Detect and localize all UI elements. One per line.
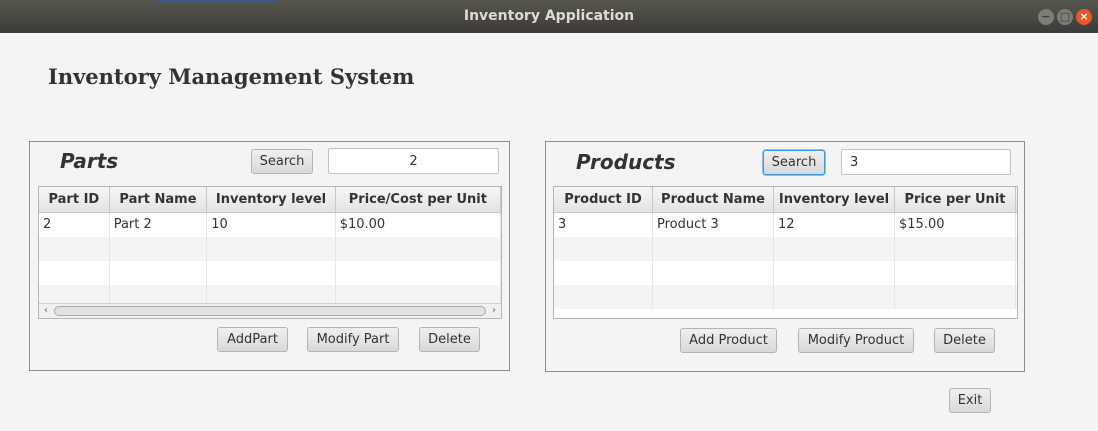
empty-cell bbox=[653, 285, 774, 309]
empty-cell bbox=[895, 261, 1016, 285]
cell-part-id: 2 bbox=[39, 213, 110, 237]
empty-cell bbox=[774, 237, 895, 261]
empty-cell bbox=[39, 261, 110, 285]
empty-cell bbox=[653, 261, 774, 285]
close-icon[interactable]: × bbox=[1076, 9, 1092, 25]
parts-horizontal-scrollbar[interactable]: ‹ › bbox=[39, 303, 501, 318]
add-product-button[interactable]: Add Product bbox=[680, 328, 777, 353]
exit-button[interactable]: Exit bbox=[949, 388, 991, 413]
cell-product-id: 3 bbox=[554, 213, 653, 237]
empty-row bbox=[554, 261, 1017, 285]
modify-part-button[interactable]: Modify Part bbox=[307, 327, 399, 352]
parts-search-button[interactable]: Search bbox=[251, 149, 313, 174]
empty-cell bbox=[554, 285, 653, 309]
parts-panel: Parts Search Part ID Part Name Inventory… bbox=[29, 141, 510, 371]
empty-row bbox=[39, 261, 501, 285]
cell-price: $10.00 bbox=[336, 213, 501, 237]
products-table-header: Product ID Product Name Inventory level … bbox=[554, 187, 1017, 213]
products-search-input[interactable] bbox=[841, 149, 1011, 175]
delete-part-button[interactable]: Delete bbox=[419, 327, 480, 352]
window-titlebar[interactable]: Inventory Application − □ × bbox=[0, 0, 1098, 33]
empty-row bbox=[554, 285, 1017, 309]
empty-row bbox=[554, 237, 1017, 261]
modify-product-button[interactable]: Modify Product bbox=[798, 328, 914, 353]
empty-cell bbox=[774, 261, 895, 285]
empty-cell bbox=[895, 237, 1016, 261]
add-part-button[interactable]: AddPart bbox=[217, 327, 288, 352]
parts-table-header: Part ID Part Name Inventory level Price/… bbox=[39, 187, 501, 213]
cell-inventory-level: 10 bbox=[207, 213, 336, 237]
window-title: Inventory Application bbox=[463, 8, 635, 24]
column-header-part-id[interactable]: Part ID bbox=[39, 187, 110, 212]
empty-cell bbox=[554, 237, 653, 261]
minimize-icon[interactable]: − bbox=[1038, 9, 1054, 25]
cell-product-name: Product 3 bbox=[653, 213, 774, 237]
column-header-inventory-level[interactable]: Inventory level bbox=[774, 187, 895, 212]
column-header-inventory-level[interactable]: Inventory level bbox=[207, 187, 336, 212]
column-header-price-per-unit[interactable]: Price per Unit bbox=[895, 187, 1016, 212]
empty-cell bbox=[774, 285, 895, 309]
empty-cell bbox=[895, 285, 1016, 309]
column-header-part-name[interactable]: Part Name bbox=[110, 187, 208, 212]
scrollbar-thumb[interactable] bbox=[54, 306, 486, 316]
page-title: Inventory Management System bbox=[48, 64, 415, 89]
cell-inventory-level: 12 bbox=[774, 213, 895, 237]
empty-row bbox=[39, 237, 501, 261]
table-row[interactable]: 2 Part 2 10 $10.00 bbox=[39, 213, 501, 237]
titlebar-accent bbox=[156, 0, 276, 2]
scroll-right-icon[interactable]: › bbox=[487, 304, 501, 318]
column-header-product-name[interactable]: Product Name bbox=[653, 187, 774, 212]
empty-cell bbox=[207, 237, 336, 261]
maximize-icon[interactable]: □ bbox=[1057, 9, 1073, 25]
products-search-button[interactable]: Search bbox=[763, 150, 825, 175]
parts-table[interactable]: Part ID Part Name Inventory level Price/… bbox=[38, 186, 502, 319]
parts-search-input[interactable] bbox=[328, 148, 499, 174]
cell-part-name: Part 2 bbox=[110, 213, 208, 237]
column-header-price-cost[interactable]: Price/Cost per Unit bbox=[336, 187, 501, 212]
empty-cell bbox=[110, 237, 208, 261]
column-header-product-id[interactable]: Product ID bbox=[554, 187, 653, 212]
cell-price: $15.00 bbox=[895, 213, 1016, 237]
products-title: Products bbox=[576, 150, 676, 174]
empty-cell bbox=[336, 237, 501, 261]
empty-cell bbox=[554, 261, 653, 285]
delete-product-button[interactable]: Delete bbox=[934, 328, 995, 353]
table-row[interactable]: 3 Product 3 12 $15.00 bbox=[554, 213, 1017, 237]
empty-cell bbox=[207, 261, 336, 285]
empty-cell bbox=[653, 237, 774, 261]
scroll-left-icon[interactable]: ‹ bbox=[39, 304, 53, 318]
empty-cell bbox=[39, 237, 110, 261]
products-panel: Products Search Product ID Product Name … bbox=[545, 141, 1025, 372]
empty-cell bbox=[336, 261, 501, 285]
empty-cell bbox=[110, 261, 208, 285]
products-table[interactable]: Product ID Product Name Inventory level … bbox=[553, 186, 1018, 319]
parts-title: Parts bbox=[60, 149, 119, 173]
